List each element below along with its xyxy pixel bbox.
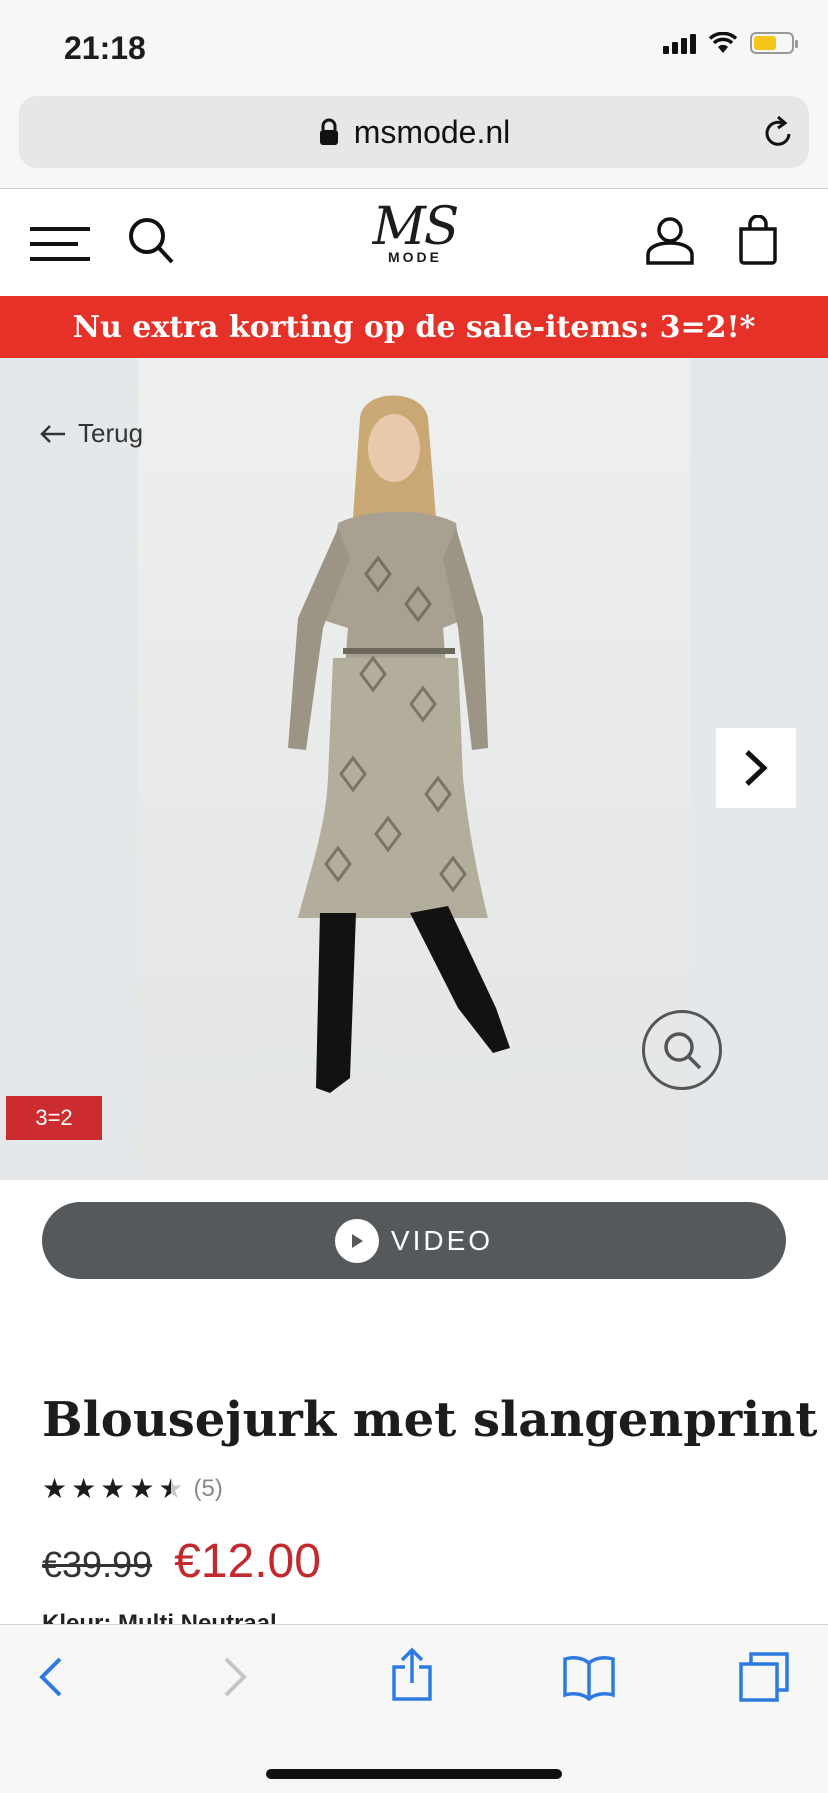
browser-toolbar: msmode.nl [0,90,828,189]
star-icon: ★ [42,1473,68,1504]
promo-badge: 3=2 [6,1096,102,1140]
product-rating[interactable]: ★ ★ ★ ★ ★ (5) [42,1472,223,1505]
zoom-icon [664,1032,702,1070]
model-figure [288,395,510,1093]
product-image[interactable] [138,358,690,1180]
play-icon [334,1218,379,1263]
site-logo[interactable]: MS MODE [360,201,470,281]
logo-mark: MS [372,197,460,257]
back-arrow-icon[interactable] [38,1655,64,1699]
arrow-left-icon [40,424,65,443]
bookmarks-icon[interactable] [562,1655,616,1701]
cellular-signal-icon [663,32,696,54]
address-bar[interactable]: msmode.nl [19,96,809,168]
promo-banner[interactable]: Nu extra korting op de sale-items: 3=2!* [0,296,828,358]
review-count[interactable]: (5) [194,1475,223,1503]
status-time: 21:18 [64,30,146,66]
reload-icon[interactable] [761,114,795,150]
wifi-icon [708,32,738,53]
account-icon[interactable] [644,215,696,267]
shopping-bag-icon[interactable] [736,215,780,265]
product-gallery[interactable]: Terug 3=2 [0,358,828,1180]
back-link[interactable]: Terug [40,418,143,449]
product-title: Blousejurk met slangenprint [42,1392,818,1448]
star-icon: ★ [129,1473,155,1504]
promo-text: Nu extra korting op de sale-items: 3=2!* [72,309,756,345]
back-label: Terug [78,418,144,448]
video-label: VIDEO [390,1224,494,1256]
star-icon: ★ [100,1473,126,1504]
zoom-button[interactable] [642,1010,722,1090]
site-header: MS MODE [0,189,828,296]
price-block: €39.99 €12.00 [42,1534,321,1589]
menu-icon[interactable] [30,225,90,263]
sale-price: €12.00 [174,1535,321,1588]
browser-bottom-toolbar [0,1624,828,1793]
star-icon: ★ [71,1473,97,1504]
video-button[interactable]: VIDEO [42,1202,786,1279]
next-image-button[interactable] [716,728,796,808]
battery-icon [750,32,798,54]
url-text: msmode.nl [353,113,511,150]
home-indicator [266,1769,562,1779]
lock-icon [319,118,338,145]
chevron-right-icon [745,750,768,786]
forward-arrow-icon[interactable] [222,1655,248,1699]
share-icon[interactable] [390,1647,434,1703]
old-price: €39.99 [42,1544,153,1585]
status-icons [663,32,798,54]
tabs-icon[interactable] [738,1651,790,1703]
status-bar: 21:18 [0,0,828,90]
star-half-icon: ★ [158,1473,184,1504]
search-icon[interactable] [126,215,176,267]
